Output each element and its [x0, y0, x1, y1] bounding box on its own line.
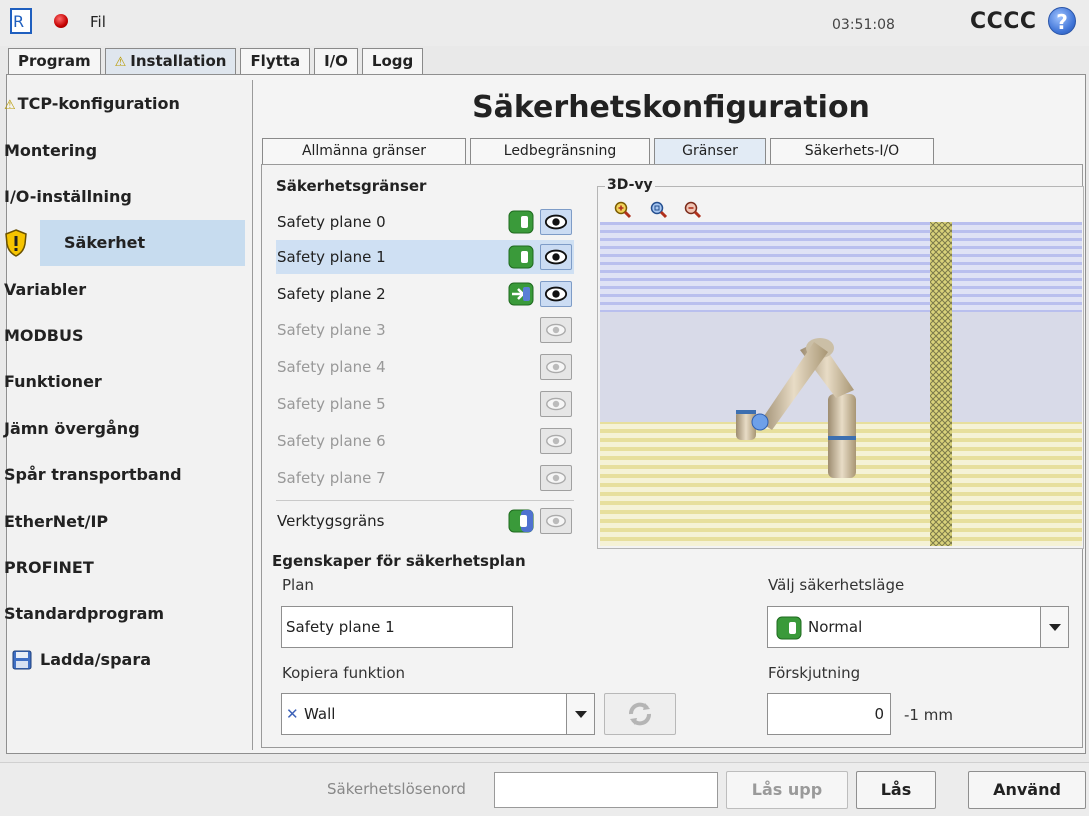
plane-label: Safety plane 0 — [277, 213, 386, 231]
eye-icon[interactable] — [540, 465, 572, 491]
list-item[interactable]: Safety plane 0 — [276, 205, 574, 239]
limits-title: Säkerhetsgränser — [276, 177, 427, 195]
file-menu[interactable]: Fil — [90, 13, 106, 31]
wall-plane — [930, 222, 952, 546]
mode-normal-icon[interactable] — [508, 210, 534, 234]
list-item[interactable]: Safety plane 2 — [276, 277, 574, 311]
help-icon[interactable]: ? — [1048, 7, 1076, 35]
zoom-fit-icon[interactable] — [650, 201, 668, 219]
mode-normal-icon[interactable] — [508, 245, 534, 269]
sidebar-item-modbus[interactable]: MODBUS — [0, 313, 245, 359]
zoom-out-icon[interactable] — [684, 201, 702, 219]
mode-normal-icon — [776, 616, 802, 640]
sidebar-item-variabler[interactable]: Variabler — [0, 267, 245, 313]
eye-icon[interactable] — [540, 281, 572, 307]
shield-warning-icon — [5, 229, 27, 257]
list-item[interactable]: Safety plane 7 — [276, 461, 574, 495]
plane-label: Safety plane 5 — [277, 395, 386, 413]
divider — [276, 500, 574, 501]
tab-io[interactable]: I/O — [314, 48, 358, 74]
plane-label: Safety plane 2 — [277, 285, 386, 303]
plane-region — [600, 222, 1082, 312]
copy-feature-label: Kopiera funktion — [282, 664, 406, 682]
sidebar-item-spar-transportband[interactable]: Spår transportband — [0, 452, 245, 498]
status-led-icon — [54, 14, 68, 28]
list-item[interactable]: Safety plane 1 — [276, 240, 574, 274]
tool-limit-row[interactable]: Verktygsgräns — [276, 504, 574, 538]
sidebar-item-montering[interactable]: Montering — [0, 128, 245, 174]
sidebar-item-ethernet-ip[interactable]: EtherNet/IP — [0, 499, 245, 545]
main-tabs: Program ⚠ Installation Flytta I/O Logg — [8, 48, 427, 75]
mode-trigger-icon[interactable] — [508, 282, 534, 306]
sidebar-item-standardprogram[interactable]: Standardprogram — [0, 591, 245, 637]
tab-sakerhets-io[interactable]: Säkerhets-I/O — [770, 138, 934, 164]
password-input[interactable] — [494, 772, 718, 808]
list-item[interactable]: Safety plane 4 — [276, 350, 574, 384]
offset-label: Förskjutning — [768, 664, 861, 682]
sidebar-item-io[interactable]: I/O-inställning — [0, 174, 245, 220]
warning-icon: ⚠ — [114, 55, 127, 70]
plane-label: Safety plane 3 — [277, 321, 386, 339]
password-label: Säkerhetslösenord — [327, 780, 466, 798]
plane-label: Safety plane 1 — [277, 248, 386, 266]
tab-flytta[interactable]: Flytta — [240, 48, 311, 74]
eye-icon[interactable] — [540, 317, 572, 343]
eye-icon[interactable] — [540, 508, 572, 534]
list-item[interactable]: Safety plane 3 — [276, 313, 574, 347]
list-item[interactable]: Safety plane 6 — [276, 424, 574, 458]
eye-icon[interactable] — [540, 244, 572, 270]
ur-logo-icon: R — [10, 8, 32, 34]
svg-text:R: R — [13, 12, 24, 31]
warning-icon: ⚠ — [4, 98, 16, 113]
tab-program[interactable]: Program — [8, 48, 101, 74]
eye-icon[interactable] — [540, 428, 572, 454]
top-bar: R Fil 03:51:08 CCCC ? — [0, 0, 1089, 46]
plane-label: Safety plane 7 — [277, 469, 386, 487]
plane-label: Safety plane 4 — [277, 358, 386, 376]
apply-button[interactable]: Använd — [968, 771, 1086, 809]
refresh-button[interactable] — [604, 693, 676, 735]
feature-x-icon: ✕ — [286, 705, 299, 723]
sidebar-item-ladda-spara[interactable]: Ladda/spara — [0, 637, 245, 683]
eye-icon[interactable] — [540, 354, 572, 380]
clock: 03:51:08 — [832, 17, 895, 33]
plan-label: Plan — [282, 576, 314, 594]
robot-name: CCCC — [970, 9, 1037, 34]
zoom-in-icon[interactable] — [614, 201, 632, 219]
tab-ledbegransning[interactable]: Ledbegränsning — [470, 138, 650, 164]
scene-svg — [600, 222, 1082, 546]
3d-view-label: 3D-vy — [605, 177, 655, 193]
properties-title: Egenskaper för säkerhetsplan — [272, 552, 526, 570]
refresh-icon — [629, 702, 651, 726]
sidebar-item-sakerhet[interactable]: Säkerhet — [40, 220, 245, 266]
sidebar-item-tcp[interactable]: ⚠ TCP-konfiguration — [0, 81, 245, 127]
page-title: Säkerhetskonfiguration — [472, 90, 870, 125]
plane-label: Safety plane 6 — [277, 432, 386, 450]
chevron-down-icon — [1040, 607, 1068, 647]
tool-limit-label: Verktygsgräns — [277, 512, 385, 530]
chevron-down-icon — [566, 694, 594, 734]
offset-input[interactable]: 0 — [767, 693, 891, 735]
sidebar-item-funktioner[interactable]: Funktioner — [0, 359, 245, 405]
3d-view-canvas[interactable] — [600, 222, 1082, 546]
safety-mode-label: Välj säkerhetsläge — [768, 576, 905, 594]
list-item[interactable]: Safety plane 5 — [276, 387, 574, 421]
tab-granser[interactable]: Gränser — [654, 138, 766, 164]
mode-both-icon[interactable] — [508, 509, 534, 533]
sidebar-item-profinet[interactable]: PROFINET — [0, 545, 245, 591]
copy-feature-dropdown[interactable]: ✕ Wall — [281, 693, 595, 735]
tab-allmanna-granser[interactable]: Allmänna gränser — [262, 138, 466, 164]
eye-icon[interactable] — [540, 391, 572, 417]
lock-button[interactable]: Lås — [856, 771, 936, 809]
sidebar-item-jamn-overgang[interactable]: Jämn övergång — [0, 406, 245, 452]
tab-installation[interactable]: ⚠ Installation — [104, 48, 237, 75]
safety-mode-dropdown[interactable]: Normal — [767, 606, 1069, 648]
tab-logg[interactable]: Logg — [361, 48, 424, 74]
floppy-disk-icon — [12, 650, 32, 670]
unlock-button[interactable]: Lås upp — [726, 771, 848, 809]
plan-name-input[interactable]: Safety plane 1 — [281, 606, 513, 648]
offset-unit: -1 mm — [904, 706, 953, 724]
eye-icon[interactable] — [540, 209, 572, 235]
